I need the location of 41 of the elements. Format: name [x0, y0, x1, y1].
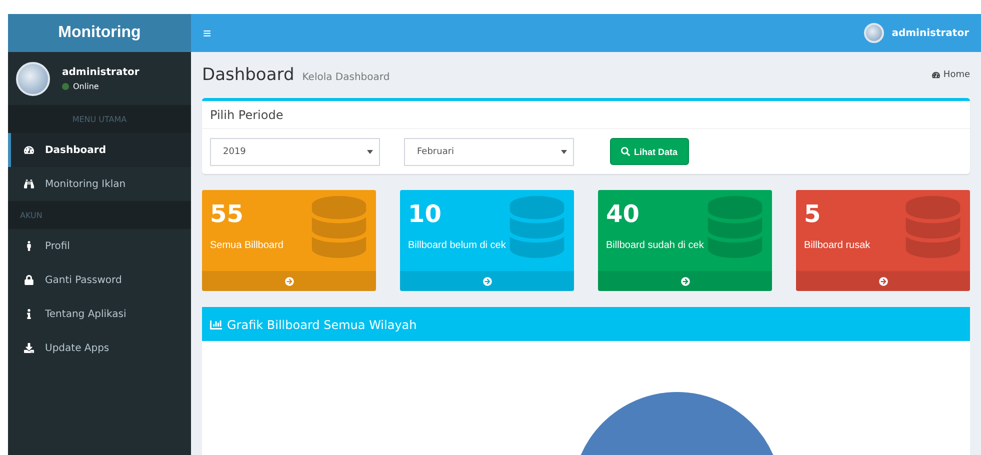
item-icon	[23, 179, 35, 189]
breadcrumb-link[interactable]: Home	[932, 70, 970, 80]
item-icon	[23, 145, 35, 155]
page-subtitle: Kelola Dashboard	[302, 72, 390, 83]
section-header: MENU UTAMA	[8, 105, 191, 133]
user-name: administrator	[62, 66, 140, 78]
item-icon	[23, 343, 35, 353]
more-info-link[interactable]	[796, 271, 970, 291]
more-info-link[interactable]	[400, 271, 574, 291]
chart-panel-header: Grafik Billboard Semua Wilayah	[202, 309, 970, 341]
caret-icon	[367, 150, 373, 154]
stat-label: Billboard sudah di cek	[606, 240, 705, 251]
sidebar-item[interactable]: Tentang Aplikasi	[8, 297, 191, 331]
caret-icon	[561, 150, 567, 154]
avatar-icon[interactable]	[864, 23, 884, 43]
stat-value: 55	[210, 200, 244, 228]
stat-label: Billboard belum di cek	[408, 240, 507, 251]
month-select[interactable]: Februari	[404, 138, 574, 166]
sidebar-item[interactable]: Ganti Password	[8, 263, 191, 297]
sidebar-item[interactable]: Dashboard	[8, 133, 191, 167]
bar-chart-icon	[210, 319, 222, 331]
avatar-icon	[16, 62, 50, 96]
sidebar-item[interactable]: Monitoring Iklan	[8, 167, 191, 201]
stat-value: 40	[606, 200, 640, 228]
sidebar-item[interactable]: Profil	[8, 229, 191, 263]
more-info-link[interactable]	[202, 271, 376, 291]
section-header: AKUN	[8, 201, 191, 229]
status-label: Online	[62, 82, 140, 90]
stat-label: Semua Billboard	[210, 240, 284, 251]
app-brand: Monitoring	[8, 14, 191, 52]
stat-label: Billboard rusak	[804, 240, 872, 251]
sidebar-item[interactable]: Update Apps	[8, 331, 191, 365]
year-select[interactable]: 2019	[210, 138, 380, 166]
panel-title: Pilih Periode	[202, 101, 970, 129]
page-title: Dashboard	[202, 65, 294, 85]
stat-value: 10	[408, 200, 442, 228]
search-icon	[621, 147, 630, 156]
more-info-link[interactable]	[598, 271, 772, 291]
stat-value: 5	[804, 200, 822, 228]
item-icon	[23, 275, 35, 285]
dashboard-icon	[932, 71, 940, 79]
